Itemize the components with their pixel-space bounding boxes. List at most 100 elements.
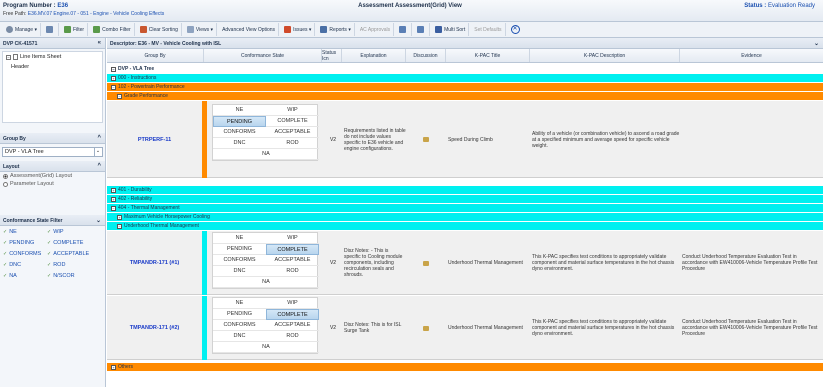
column-header-discussion[interactable]: Discussion — [406, 49, 446, 62]
state-complete[interactable]: COMPLETE — [266, 309, 319, 320]
filter-na[interactable]: ✓ NA — [3, 273, 47, 279]
manage-menu[interactable]: Manage ▾ — [3, 23, 41, 36]
row-id-link[interactable]: TMPANDR-171 (#1) — [107, 231, 202, 295]
group-row-others[interactable]: + Others — [107, 363, 823, 371]
group-row-401[interactable]: +401 - Durability — [107, 186, 823, 194]
expand-toggle-icon[interactable]: + — [111, 364, 116, 370]
radio-icon[interactable] — [3, 181, 8, 187]
chevron-down-icon[interactable]: ⌄ — [814, 40, 819, 47]
state-pending[interactable]: PENDING — [213, 244, 266, 255]
chevron-up-icon[interactable]: ^ — [97, 163, 101, 169]
column-header-kpac-title[interactable]: K-PAC Title — [446, 49, 530, 62]
state-pending[interactable]: PENDING — [213, 309, 266, 320]
filter-dnc[interactable]: ✓ DNC — [3, 262, 47, 268]
state-ne[interactable]: NE — [213, 105, 266, 116]
collapse-all-button[interactable] — [414, 23, 431, 36]
collapse-toggle-icon[interactable]: − — [111, 66, 116, 72]
multi-sort-button[interactable]: Multi Sort — [432, 23, 470, 36]
expand-toggle-icon[interactable]: + — [111, 196, 116, 202]
collapse-toggle-icon[interactable]: − — [117, 93, 122, 99]
state-dnc[interactable]: DNC — [213, 138, 266, 149]
column-header-explanation[interactable]: Explanation — [342, 49, 406, 62]
group-row-000[interactable]: +000 - Instructions — [107, 74, 823, 82]
state-acceptable[interactable]: ACCEPTABLE — [266, 127, 319, 138]
ac-approvals-button[interactable]: AC Approvals — [357, 23, 395, 36]
state-wip[interactable]: WIP — [266, 105, 319, 116]
advanced-view-options-button[interactable]: Advanced View Options — [219, 23, 280, 36]
filter-button[interactable]: Filter — [61, 23, 89, 36]
views-menu[interactable]: Views ▾ — [184, 23, 218, 36]
filter-conforms[interactable]: ✓ CONFORMS — [3, 251, 47, 257]
collapse-toggle-icon[interactable]: − — [111, 205, 116, 211]
expand-all-button[interactable] — [396, 23, 413, 36]
layout-option-parameter[interactable]: Parameter Layout — [0, 180, 105, 188]
table-row[interactable]: PTRPERF-11 NE WIP PENDING COMPLETE CONFO… — [107, 101, 823, 178]
group-row-maximum-horsepower[interactable]: + Maximum Vehicle Horsepower Cooling — [107, 213, 823, 221]
filter-complete[interactable]: ✓ COMPLETE — [47, 240, 101, 246]
collapse-toggle-icon[interactable]: − — [117, 223, 122, 229]
filter-pending[interactable]: ✓ PENDING — [3, 240, 47, 246]
set-defaults-button[interactable]: Set Defaults — [471, 23, 506, 36]
state-dnc[interactable]: DNC — [213, 266, 266, 277]
chevron-up-icon[interactable]: ^ — [97, 135, 101, 141]
tree-item-line-items-sheet[interactable]: − Line Items Sheet — [3, 52, 102, 62]
column-header-group-by[interactable]: Group By — [107, 49, 204, 62]
clear-sorting-button[interactable]: Clear Sorting — [137, 23, 182, 36]
table-row[interactable]: TMPANDR-171 (#2) NE WIP PENDING COMPLETE… — [107, 296, 823, 360]
state-na[interactable]: NA — [213, 277, 319, 288]
discussion-icon[interactable] — [423, 260, 429, 266]
issues-menu[interactable]: Issues ▾ — [281, 23, 316, 36]
state-complete[interactable]: COMPLETE — [266, 244, 319, 255]
state-na[interactable]: NA — [213, 342, 319, 353]
state-wip[interactable]: WIP — [266, 298, 319, 309]
expand-toggle-icon[interactable]: + — [117, 214, 122, 220]
filter-wip[interactable]: ✓ WIP — [47, 229, 101, 235]
state-ne[interactable]: NE — [213, 233, 266, 244]
layout-option-assessment[interactable]: Assessment(Grid) Layout — [0, 172, 105, 180]
collapse-toggle-icon[interactable]: − — [111, 84, 116, 90]
state-acceptable[interactable]: ACCEPTABLE — [266, 255, 319, 266]
reports-menu[interactable]: Reports ▾ — [317, 23, 355, 36]
group-row-grade-performance[interactable]: − Grade Performance — [107, 92, 823, 100]
row-id-link[interactable]: PTRPERF-11 — [107, 101, 202, 178]
group-row-102[interactable]: −102 - Powertrain Performance — [107, 83, 823, 91]
state-rod[interactable]: ROD — [266, 266, 319, 277]
chevron-down-icon[interactable]: ⌄ — [94, 148, 101, 156]
state-pending[interactable]: PENDING — [213, 116, 266, 127]
group-row-dvp-vla-tree[interactable]: − DVP - VLA Tree — [107, 65, 823, 73]
state-conforms[interactable]: CONFORMS — [213, 127, 266, 138]
state-conforms[interactable]: CONFORMS — [213, 255, 266, 266]
close-button[interactable]: ✕ — [508, 23, 523, 36]
filter-rod[interactable]: ✓ ROD — [47, 262, 101, 268]
collapse-panel-icon[interactable]: « — [98, 40, 101, 46]
state-complete[interactable]: COMPLETE — [266, 116, 319, 127]
discussion-cell[interactable] — [406, 101, 446, 178]
state-wip[interactable]: WIP — [266, 233, 319, 244]
group-row-404[interactable]: −404 - Thermal Management — [107, 204, 823, 212]
state-acceptable[interactable]: ACCEPTABLE — [266, 320, 319, 331]
state-conforms[interactable]: CONFORMS — [213, 320, 266, 331]
state-na[interactable]: NA — [213, 149, 319, 160]
state-rod[interactable]: ROD — [266, 138, 319, 149]
group-row-402[interactable]: +402 - Reliability — [107, 195, 823, 203]
expand-toggle-icon[interactable]: − — [6, 54, 11, 60]
column-header-kpac-description[interactable]: K-PAC Description — [530, 49, 680, 62]
state-ne[interactable]: NE — [213, 298, 266, 309]
state-dnc[interactable]: DNC — [213, 331, 266, 342]
state-rod[interactable]: ROD — [266, 331, 319, 342]
discussion-cell[interactable] — [406, 296, 446, 360]
tree-item-header[interactable]: Header — [3, 62, 102, 72]
row-id-link[interactable]: TMPANDR-171 (#2) — [107, 296, 202, 360]
table-row[interactable]: TMPANDR-171 (#1) NE WIP PENDING COMPLETE… — [107, 231, 823, 295]
radio-selected-icon[interactable] — [3, 173, 8, 179]
group-by-select[interactable]: DVP - VLA Tree ⌄ — [2, 147, 103, 157]
column-header-evidence[interactable]: Evidence — [680, 49, 823, 62]
discussion-cell[interactable] — [406, 231, 446, 295]
filter-ne[interactable]: ✓ NE — [3, 229, 47, 235]
column-header-conformance-state[interactable]: Conformance State — [204, 49, 322, 62]
group-row-underhood[interactable]: − Underhood Thermal Management — [107, 222, 823, 230]
combo-filter-button[interactable]: Combo Filter — [90, 23, 135, 36]
chevron-down-icon[interactable]: ⌄ — [96, 217, 101, 224]
discussion-icon[interactable] — [423, 325, 429, 331]
save-icon-button[interactable] — [43, 23, 59, 36]
